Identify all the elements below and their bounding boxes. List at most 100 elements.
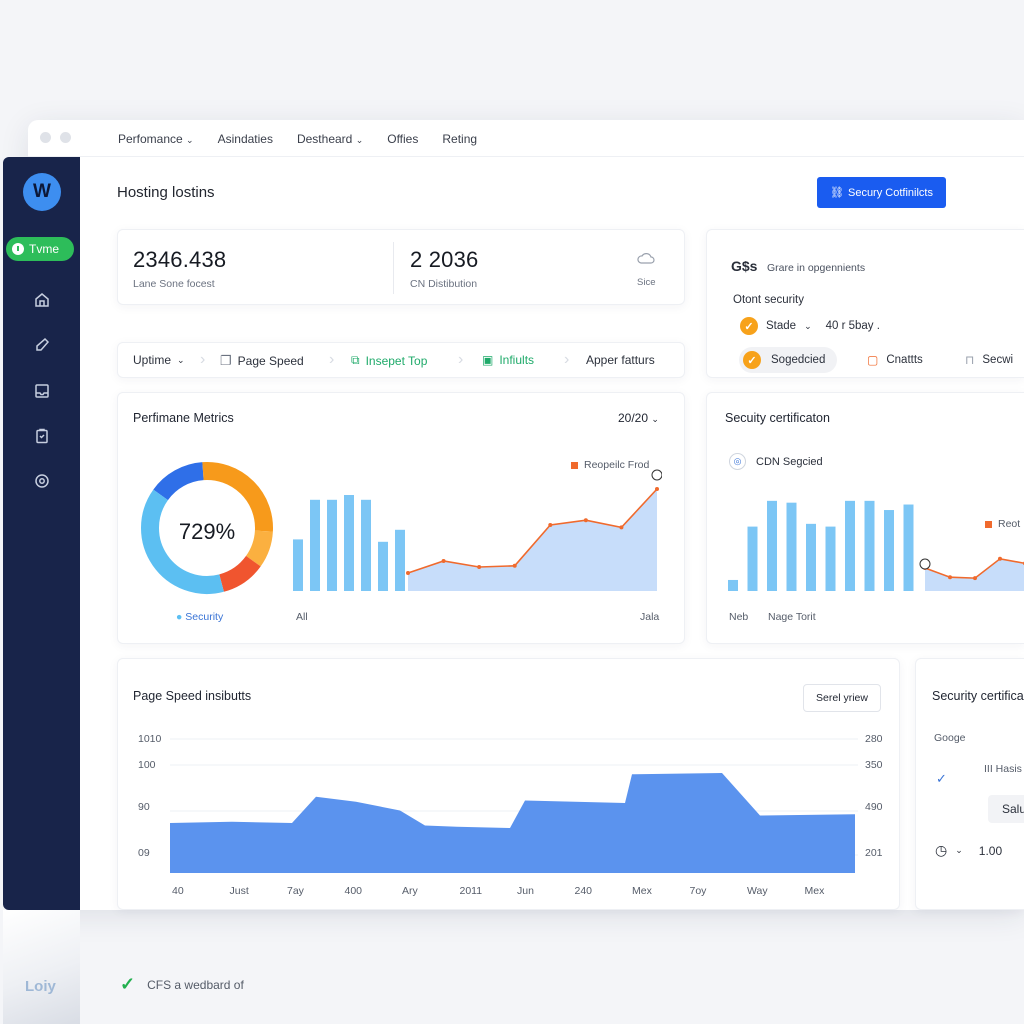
security-cert-card-2: Security certifica Googe III Hasis ✓ Sal… (915, 658, 1024, 910)
donut-slice (153, 462, 205, 501)
y-tick-label: 09 (138, 847, 150, 859)
timer-value: 1.00 (978, 843, 1003, 858)
area-fill (925, 558, 1024, 591)
sidebar: W Tvme (3, 157, 80, 910)
y-tick-label: 490 (865, 801, 883, 813)
bar (310, 499, 320, 591)
inbox-icon[interactable] (33, 382, 51, 400)
donut-slice (218, 555, 261, 592)
chart-icon: ▣ (482, 353, 494, 367)
inspect-icon: ⧉ (351, 353, 360, 367)
edit-icon[interactable] (33, 336, 51, 354)
cdn-row[interactable]: ◎ CDN Segcied (729, 453, 823, 470)
x-tick-label: 240 (574, 885, 593, 897)
chevron-down-icon: ⌄ (804, 320, 812, 331)
chevron-right-icon: › (458, 351, 464, 368)
donut-legend: ● Security (176, 611, 224, 623)
chevron-down-icon: ⌄ (186, 135, 194, 145)
nav-item-asindaties[interactable]: Asindaties (218, 132, 273, 146)
x-tick-label: Ary (402, 885, 418, 897)
page-title: Hosting lostins (117, 184, 215, 201)
cdn-label: CDN Segcied (756, 455, 823, 468)
bar (825, 526, 836, 591)
data-point (655, 487, 659, 491)
chevron-down-icon: ⌄ (955, 845, 963, 855)
x-axis-label: Nage Torit (768, 611, 816, 623)
tab-label: Page Speed (237, 354, 304, 368)
item-label: III Hasis (984, 763, 1022, 775)
bar (728, 579, 738, 591)
performance-bar-area-chart (293, 469, 662, 591)
check-icon: ✓ (936, 771, 947, 786)
stat-value: 2 2036 (410, 247, 479, 272)
security-certificates-button[interactable]: ⛓ Secury Cotfinilcts (817, 177, 946, 208)
nav-item-performance[interactable]: Perfomance ⌄ (118, 132, 194, 146)
tab-uptime[interactable]: Uptime ⌄ (133, 353, 185, 367)
shield-icon: ◎ (729, 453, 746, 470)
chip-label: Sogedcied (771, 354, 826, 366)
card-title: Page Speed insibutts (133, 689, 252, 703)
item-cnattts[interactable]: ▢ Cnattts (867, 353, 923, 367)
legend-label: Reopeilc Frod (584, 459, 650, 471)
status-value: 40 r 5bay . (825, 320, 880, 332)
tabs-bar: Uptime ⌄ › ❐ Page Speed › ⧉ Insepet Top › ▣… (117, 342, 685, 378)
data-point (998, 556, 1002, 561)
clock-icon: ◷ (935, 842, 948, 858)
chip-sogedcied[interactable]: ✓ Sogedcied (739, 347, 838, 373)
sidebar-footer: Loiy (3, 910, 80, 1024)
y-tick-label: 1010 (138, 733, 162, 745)
security-panel: G$s Grare in opgennients Otont security … (706, 229, 1024, 378)
y-tick-label: 201 (865, 847, 883, 859)
data-point (441, 559, 446, 563)
x-tick-label: 40 (172, 885, 184, 897)
check-icon: ✓ (743, 351, 761, 369)
x-tick-label: 7ay (287, 885, 304, 897)
window-dot[interactable] (40, 132, 51, 143)
y-tick-label: 100 (138, 759, 156, 771)
area-fill (170, 773, 855, 873)
status-pill[interactable]: Tvme (6, 237, 74, 261)
tab-apper-fatturs[interactable]: Apper fatturs (586, 353, 655, 367)
marker-icon (651, 469, 662, 481)
bar (845, 500, 855, 591)
y-tick-label: 90 (138, 801, 150, 813)
select-button[interactable]: Salu (988, 795, 1024, 823)
cloud-icon[interactable] (636, 248, 656, 268)
x-tick-label: Just (229, 885, 249, 897)
tab-infiults[interactable]: ▣ Infiults (482, 353, 534, 367)
area-fill (408, 489, 657, 591)
data-point (548, 523, 553, 527)
period-select[interactable]: 20/20 ⌄ (618, 411, 659, 425)
data-point (973, 576, 977, 581)
security-badge: G$s (731, 258, 758, 274)
tab-inspect-top[interactable]: ⧉ Insepet Top (351, 353, 427, 368)
card-title: Secuity certificaton (725, 411, 830, 425)
x-tick-label: 2011 (459, 885, 483, 897)
tab-page-speed[interactable]: ❐ Page Speed (220, 353, 304, 369)
window-dot[interactable] (60, 132, 71, 143)
clipboard-icon[interactable] (33, 427, 51, 445)
chevron-down-icon: ⌄ (651, 414, 659, 424)
nav-item-offies[interactable]: Offies (387, 132, 418, 146)
divider (393, 242, 394, 294)
bar (884, 510, 894, 591)
check-icon: ✓ (740, 317, 758, 335)
support-icon[interactable] (33, 472, 51, 490)
brand-logo[interactable]: W (23, 173, 61, 211)
security-status-row[interactable]: ✓ Stade ⌄ 40 r 5bay . (740, 317, 880, 335)
search-review-button[interactable]: Serel yriew (803, 684, 881, 712)
chevron-right-icon: › (564, 351, 570, 368)
page-speed-area-chart (170, 738, 858, 873)
nav-label: Destheard (296, 132, 353, 146)
nav-item-destheard[interactable]: Destheard ⌄ (297, 132, 363, 146)
y-tick-label: 280 (865, 733, 883, 745)
home-icon[interactable] (33, 291, 51, 309)
item-secwi[interactable]: ⊓ Secwi (965, 353, 1013, 367)
security-subtitle: Otont security (733, 294, 804, 306)
timer-row[interactable]: ◷ ⌄ 1.00 (935, 842, 1002, 859)
nav-item-reting[interactable]: Reting (442, 132, 477, 146)
performance-card: Perfimane Metrics 20/20 ⌄ 729% ● Securit… (117, 392, 685, 644)
sidebar-footer-label[interactable]: Loiy (25, 978, 56, 995)
nav-label: Perfomance (118, 132, 183, 146)
donut-value: 729% (178, 519, 236, 544)
